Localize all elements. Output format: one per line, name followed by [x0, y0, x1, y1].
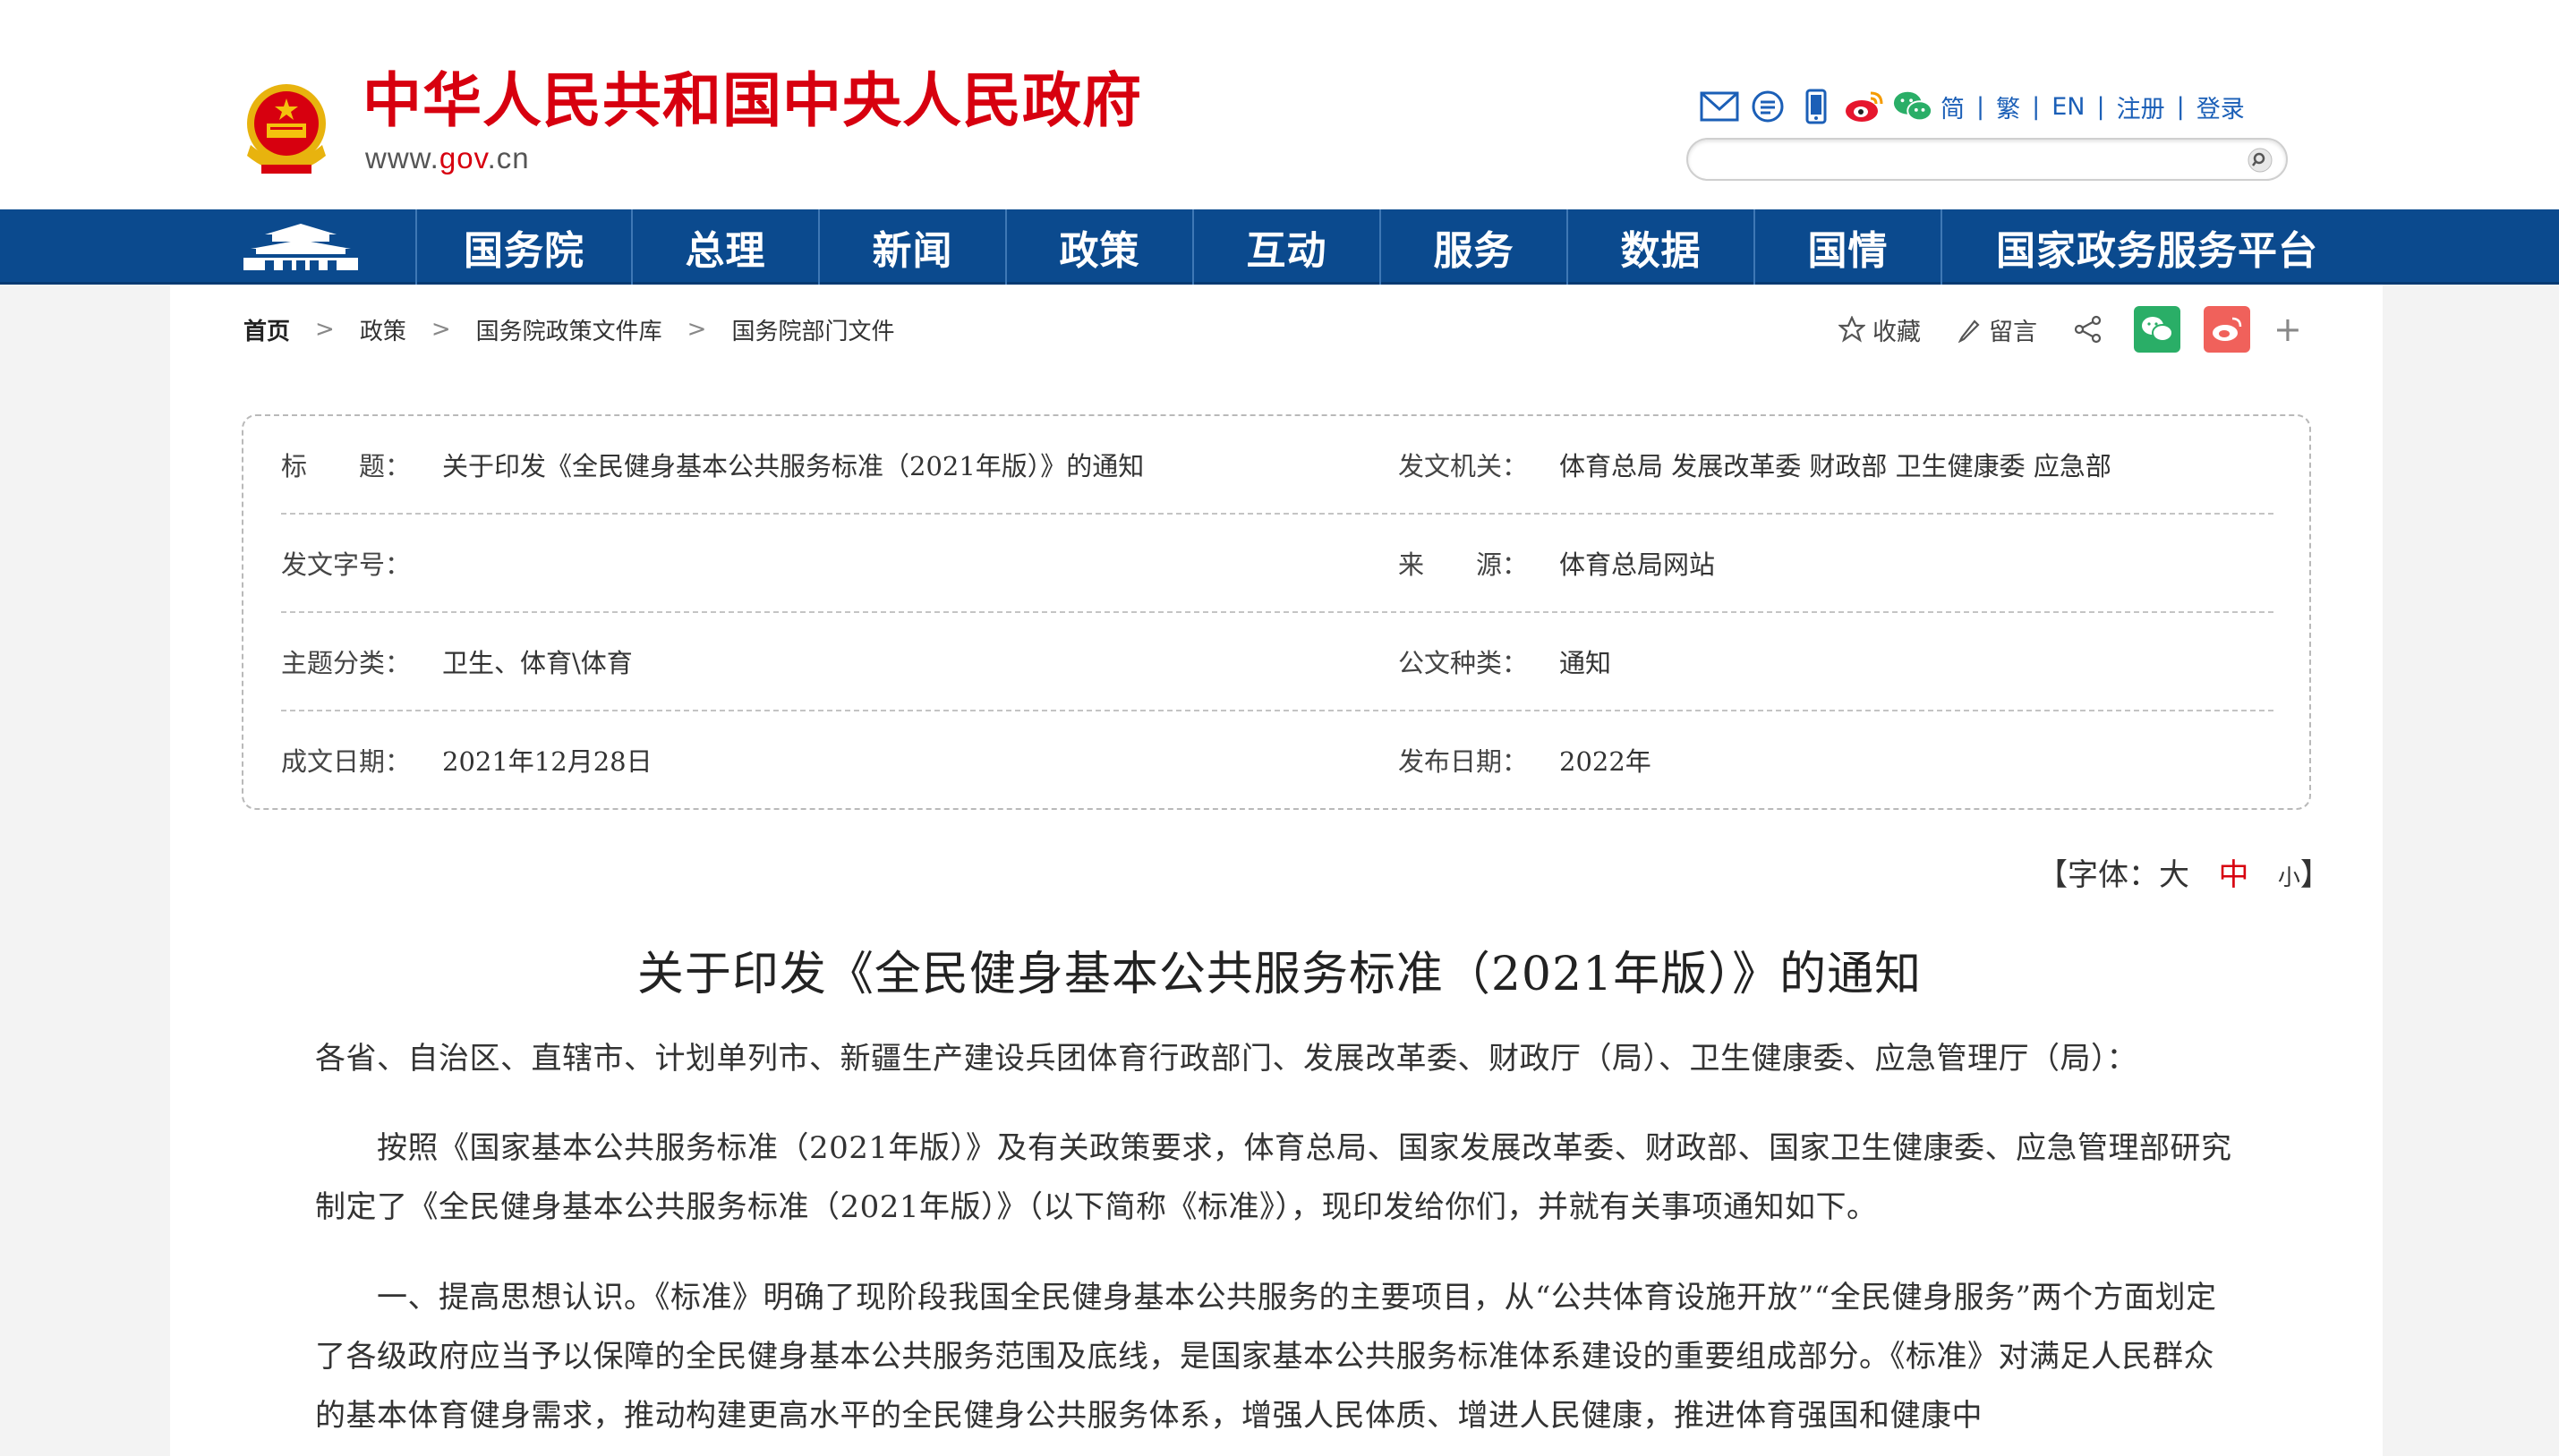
article-addressee: 各省、自治区、直辖市、计划单列市、新疆生产建设兵团体育行政部门、发展改革委、财政… [315, 1041, 2137, 1077]
nav-item-services[interactable]: 服务 [1379, 209, 1566, 285]
source-value: 体育总局网站 [1559, 549, 1716, 580]
search-icon[interactable] [2247, 147, 2273, 174]
national-emblem-icon [247, 84, 326, 174]
favorite-button[interactable]: 收藏 [1838, 312, 1921, 347]
nav-item-premier[interactable]: 总理 [631, 209, 818, 285]
site-url[interactable]: www.gov.cn [365, 143, 530, 173]
doctype-label: 公文种类： [1398, 648, 1529, 678]
share-bar: 收藏 留言 + [1838, 302, 2302, 356]
star-icon [1838, 316, 1865, 343]
main-nav: 国务院 总理 新闻 政策 互动 服务 数据 国情 国家政务服务平台 [0, 209, 2559, 285]
login-link[interactable]: 登录 [2196, 89, 2245, 124]
info-row: 发文字号： 来 源： 体育总局网站 [281, 515, 2273, 613]
nav-item-interaction[interactable]: 互动 [1192, 209, 1379, 285]
title-value: 关于印发《全民健身基本公共服务标准（2021年版）》的通知 [442, 451, 1145, 481]
mobile-icon[interactable] [1796, 86, 1837, 127]
article-title: 关于印发《全民健身基本公共服务标准（2021年版）》的通知 [636, 948, 1923, 1001]
breadcrumb-home[interactable]: 首页 [243, 313, 290, 346]
site-title[interactable]: 中华人民共和国中央人民政府 [363, 72, 1142, 131]
source-label: 来 源： [1398, 549, 1529, 580]
article-paragraph: 按照《国家基本公共服务标准（2021年版）》及有关政策要求，体育总局、国家发展改… [315, 1130, 2232, 1225]
published-date-label: 发布日期： [1398, 746, 1529, 777]
issuer-value: 体育总局 发展改革委 财政部 卫生健康委 应急部 [1559, 451, 2111, 481]
traditional-link[interactable]: 繁 [1996, 89, 2020, 124]
chevron-right-icon: > [315, 316, 335, 343]
info-row: 主题分类： 卫生、体育\体育 公文种类： 通知 [281, 613, 2273, 711]
document-info-table: 标 题： 关于印发《全民健身基本公共服务标准（2021年版）》的通知 发文机关：… [242, 414, 2311, 810]
topic-label: 主题分类： [281, 648, 412, 678]
tiananmen-icon[interactable] [238, 220, 363, 274]
docno-label: 发文字号： [281, 549, 412, 580]
written-date-label: 成文日期： [281, 746, 412, 777]
font-size-control: 【字体：大 中 小】 [2037, 857, 2331, 893]
simplified-link[interactable]: 简 [1941, 89, 1965, 124]
register-link[interactable]: 注册 [2117, 89, 2165, 124]
issuer-label: 发文机关： [1398, 451, 1529, 481]
left-gutter [0, 285, 170, 1456]
nav-item-state-council[interactable]: 国务院 [415, 209, 631, 285]
weibo-icon[interactable] [1844, 86, 1885, 127]
search-box [1686, 138, 2288, 181]
chevron-right-icon: > [687, 316, 707, 343]
title-label: 标 题： [281, 451, 412, 481]
nav-item-data[interactable]: 数据 [1566, 209, 1753, 285]
font-size-medium[interactable]: 中 [2218, 857, 2248, 893]
font-size-large[interactable]: 大 [2159, 857, 2189, 893]
breadcrumb-policy-library[interactable]: 国务院政策文件库 [476, 313, 662, 346]
nav-item-national-info[interactable]: 国情 [1753, 209, 1941, 285]
search-input[interactable] [1706, 143, 2229, 177]
nav-item-news[interactable]: 新闻 [818, 209, 1005, 285]
nav-items: 国务院 总理 新闻 政策 互动 服务 数据 国情 国家政务服务平台 [415, 209, 2372, 285]
font-size-small[interactable]: 小 [2278, 864, 2300, 890]
right-gutter [2383, 285, 2559, 1456]
article-paragraph: 一、提高思想认识。《标准》明确了现阶段我国全民健身基本公共服务的主要项目，从“公… [315, 1280, 2217, 1434]
info-row: 标 题： 关于印发《全民健身基本公共服务标准（2021年版）》的通知 发文机关：… [281, 416, 2273, 515]
english-link[interactable]: EN [2051, 93, 2085, 121]
top-links: 简 | 繁 | EN | 注册 | 登录 [1699, 84, 2245, 129]
nav-item-service-platform[interactable]: 国家政务服务平台 [1941, 209, 2372, 285]
comment-label: 留言 [1989, 318, 2037, 346]
wechat-share-icon[interactable] [2134, 306, 2180, 353]
mail-icon[interactable] [1699, 86, 1740, 127]
topic-value: 卫生、体育\体育 [442, 648, 633, 678]
site-header: 中华人民共和国中央人民政府 www.gov.cn 简 | 繁 | EN | 注册… [0, 0, 2559, 209]
comment-button[interactable]: 留言 [1957, 312, 2037, 347]
breadcrumb-policy[interactable]: 政策 [360, 313, 406, 346]
weibo-share-icon[interactable] [2204, 306, 2250, 353]
info-row: 成文日期： 2021年12月28日 发布日期： 2022年 [281, 711, 2273, 808]
written-date-value: 2021年12月28日 [442, 746, 653, 777]
published-date-value: 2022年 [1559, 746, 1651, 777]
nav-item-policy[interactable]: 政策 [1005, 209, 1192, 285]
wechat-icon[interactable] [1892, 86, 1933, 127]
chevron-right-icon: > [431, 316, 451, 343]
doctype-value: 通知 [1559, 648, 1612, 678]
breadcrumb-department-docs[interactable]: 国务院部门文件 [731, 313, 894, 346]
pen-icon [1958, 319, 1980, 343]
more-share-button[interactable]: + [2273, 310, 2302, 349]
message-icon[interactable] [1747, 86, 1788, 127]
breadcrumb: 首页 > 政策 > 国务院政策文件库 > 国务院部门文件 [243, 313, 894, 345]
favorite-label: 收藏 [1872, 318, 1921, 346]
share-icon[interactable] [2073, 314, 2111, 345]
